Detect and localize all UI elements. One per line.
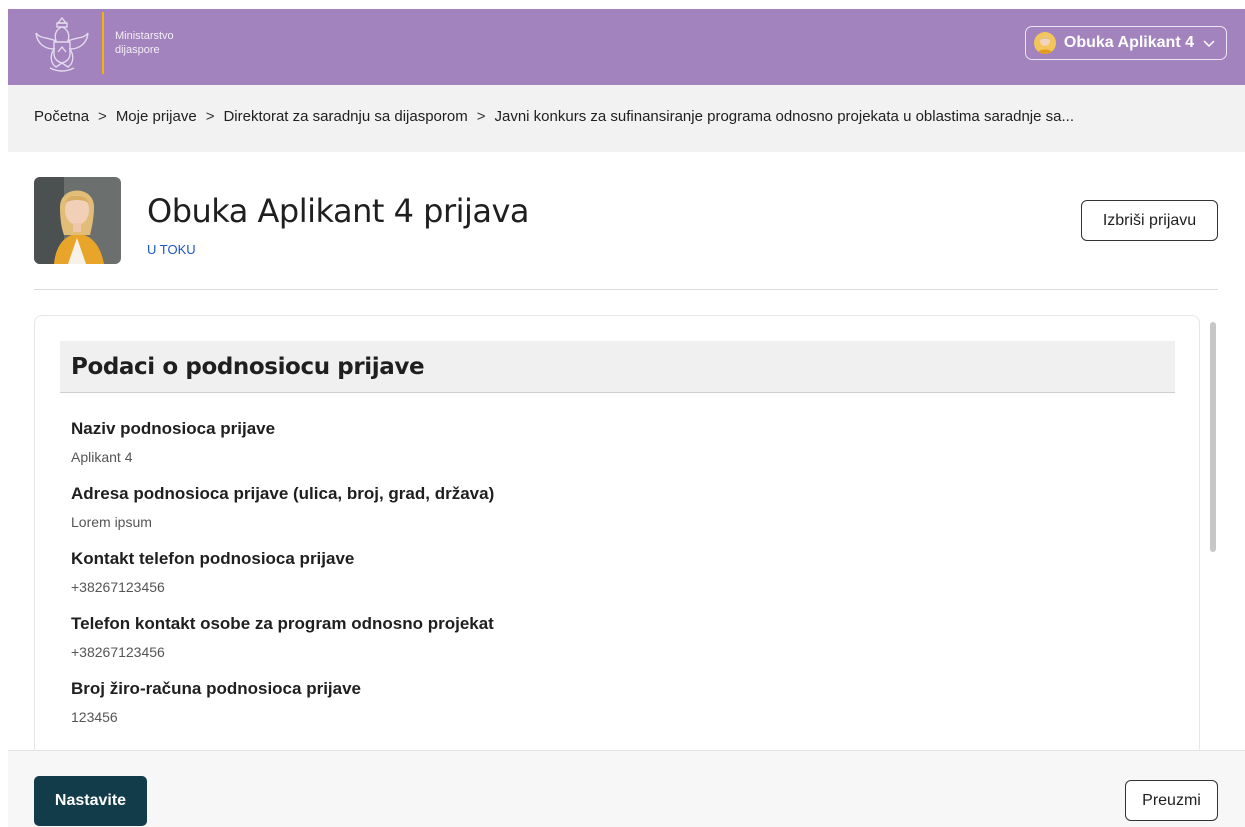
field-label: Adresa podnosioca prijave (ulica, broj, … — [71, 484, 495, 503]
footer-bar — [8, 750, 1245, 827]
field-value: 123456 — [71, 709, 118, 725]
field-value: Lorem ipsum — [71, 514, 152, 530]
field-value: Aplikant 4 — [71, 449, 133, 465]
header-divider — [34, 289, 1218, 290]
field-label: Kontakt telefon podnosioca prijave — [71, 549, 355, 568]
user-name: Obuka Aplikant 4 — [1063, 34, 1194, 51]
scrollbar-thumb[interactable] — [1210, 322, 1216, 552]
field-value: +38267123456 — [71, 579, 165, 595]
section-title: Podaci o podnosiocu prijave — [71, 354, 425, 380]
field-applicant-name: Naziv podnosioca prijave Aplikant 4 — [71, 419, 494, 484]
breadcrumb-home[interactable]: Početna — [34, 108, 89, 125]
section-header: Podaci o podnosiocu prijave — [60, 341, 1175, 393]
breadcrumb-separator: > — [205, 108, 215, 125]
field-contact-person-phone: Telefon kontakt osobe za program odnosno… — [71, 614, 494, 679]
field-label: Broj žiro-računa podnosioca prijave — [71, 679, 362, 698]
breadcrumb-my-applications[interactable]: Moje prijave — [116, 108, 197, 125]
field-value: +38267123456 — [71, 644, 165, 660]
user-avatar — [1033, 32, 1056, 54]
chevron-down-icon — [1203, 40, 1215, 48]
breadcrumb-current: Javni konkurs za sufinansiranje programa… — [494, 108, 1075, 125]
breadcrumb: Početna > Moje prijave > Direktorat za s… — [34, 108, 1074, 125]
details-card: Podaci o podnosiocu prijave Naziv podnos… — [34, 315, 1200, 755]
brand-line-2: dijaspore — [115, 44, 160, 56]
breadcrumb-directorate[interactable]: Direktorat za saradnju sa dijasporom — [223, 108, 467, 125]
download-button[interactable]: Preuzmi — [1125, 780, 1218, 821]
status-badge: U TOKU — [147, 242, 196, 257]
breadcrumb-separator: > — [476, 108, 486, 125]
applicant-photo — [34, 177, 121, 264]
breadcrumb-bar: Početna > Moje prijave > Direktorat za s… — [8, 85, 1245, 152]
brand-divider — [102, 12, 104, 74]
user-menu-button[interactable]: Obuka Aplikant 4 — [1024, 26, 1227, 60]
delete-application-button[interactable]: Izbriši prijavu — [1081, 200, 1218, 241]
continue-button[interactable]: Nastavite — [34, 776, 147, 826]
page-title: Obuka Aplikant 4 prijava — [147, 192, 530, 230]
brand-line-1: Ministarstvo — [115, 30, 174, 42]
field-label: Telefon kontakt osobe za program odnosno… — [71, 614, 494, 633]
field-list: Naziv podnosioca prijave Aplikant 4 Adre… — [71, 419, 494, 744]
coat-of-arms-icon[interactable] — [32, 12, 92, 76]
field-label: Naziv podnosioca prijave — [71, 419, 276, 438]
field-applicant-address: Adresa podnosioca prijave (ulica, broj, … — [71, 484, 494, 549]
ministry-name: Ministarstvo dijaspore — [115, 29, 174, 57]
field-applicant-phone: Kontakt telefon podnosioca prijave +3826… — [71, 549, 494, 614]
breadcrumb-separator: > — [98, 108, 107, 125]
top-bar: Ministarstvo dijaspore Obuka Aplikant 4 — [8, 9, 1245, 85]
field-bank-account: Broj žiro-računa podnosioca prijave 1234… — [71, 679, 494, 744]
